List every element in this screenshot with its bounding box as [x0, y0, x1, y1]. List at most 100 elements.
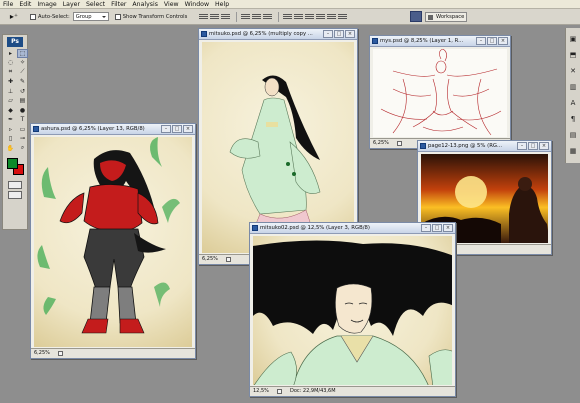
close-button[interactable]: ×: [498, 37, 508, 45]
psd-file-icon: [372, 38, 378, 44]
histogram-icon[interactable]: ⬒: [568, 50, 579, 60]
maximize-button[interactable]: □: [487, 37, 497, 45]
document-title-bar[interactable]: mitsuko.psd @ 6,25% (multiply copy ... –…: [199, 29, 357, 40]
distribute-middle-icon[interactable]: [294, 12, 304, 21]
divider: [236, 11, 238, 22]
eraser-tool-icon[interactable]: ▱: [5, 97, 16, 106]
canvas-mys[interactable]: [373, 49, 507, 137]
menu-layer[interactable]: Layer: [63, 0, 80, 9]
notes-tool-icon[interactable]: ▯: [5, 135, 16, 144]
marquee-tool-icon[interactable]: ⬚: [17, 49, 28, 58]
close-button[interactable]: ×: [443, 224, 453, 232]
distribute-right-icon[interactable]: [338, 12, 348, 21]
align-center-icon[interactable]: [252, 12, 262, 21]
distribute-bottom-icon[interactable]: [305, 12, 315, 21]
menu-image[interactable]: Image: [37, 0, 56, 9]
menu-select[interactable]: Select: [86, 0, 105, 9]
zoom-level[interactable]: 6,25%: [202, 255, 218, 264]
align-left-icon[interactable]: [241, 12, 251, 21]
minimize-button[interactable]: –: [476, 37, 486, 45]
move-tool-preset-icon[interactable]: ▸⁺: [4, 11, 24, 23]
zoom-level[interactable]: 12,5%: [253, 387, 269, 396]
divider: [278, 11, 280, 22]
maximize-button[interactable]: □: [334, 30, 344, 38]
pen-tool-icon[interactable]: ✒: [5, 116, 16, 125]
menu-edit[interactable]: Edit: [19, 0, 31, 9]
canvas-mitsuko02[interactable]: [253, 236, 452, 385]
navigator-icon[interactable]: ▣: [568, 34, 579, 44]
tools-presets-icon[interactable]: ✕: [568, 66, 579, 76]
status-menu-button[interactable]: [277, 389, 282, 394]
eyedropper-tool-icon[interactable]: ⊸: [17, 135, 28, 144]
clone-source-icon[interactable]: ▦: [568, 146, 579, 156]
psd-file-icon: [201, 31, 207, 37]
minimize-button[interactable]: –: [161, 125, 171, 133]
menu-window[interactable]: Window: [185, 0, 209, 9]
history-brush-icon[interactable]: ↺: [17, 87, 28, 96]
maximize-button[interactable]: □: [172, 125, 182, 133]
minimize-button[interactable]: –: [517, 142, 527, 150]
slice-tool-icon[interactable]: ⟋: [17, 68, 28, 77]
layer-comps-icon[interactable]: ▥: [568, 82, 579, 92]
hand-tool-icon[interactable]: ✋: [5, 144, 16, 153]
move-tool-icon[interactable]: ▸: [5, 49, 16, 58]
magic-wand-tool-icon[interactable]: ✧: [17, 59, 28, 68]
document-title-bar[interactable]: page12-13.png @ 5% (RG... – □ ×: [418, 141, 551, 152]
menu-help[interactable]: Help: [215, 0, 229, 9]
minimize-button[interactable]: –: [323, 30, 333, 38]
clone-stamp-icon[interactable]: ⊥: [5, 87, 16, 96]
align-bottom-icon[interactable]: [221, 12, 231, 21]
gradient-tool-icon[interactable]: ▤: [17, 97, 28, 106]
shape-tool-icon[interactable]: ▭: [17, 125, 28, 134]
minimize-button[interactable]: –: [421, 224, 431, 232]
document-title-bar[interactable]: mitsuko02.psd @ 12,5% (Layer 3, RGB/8) –…: [250, 223, 455, 234]
document-title-bar[interactable]: ashura.psd @ 6,25% (Layer 13, RGB/8) – □…: [31, 124, 195, 135]
auto-select-dropdown[interactable]: Group: [72, 12, 109, 21]
foreground-color-swatch[interactable]: [7, 157, 18, 169]
quick-mask-button[interactable]: [8, 180, 22, 189]
status-menu-button[interactable]: [397, 141, 402, 146]
paragraph-icon[interactable]: ¶: [568, 114, 579, 124]
close-button[interactable]: ×: [183, 125, 193, 133]
screen-mode-button[interactable]: [8, 190, 22, 199]
crop-tool-icon[interactable]: ⌗: [5, 68, 16, 77]
brush-tool-icon[interactable]: ✎: [17, 78, 28, 87]
zoom-tool-icon[interactable]: ⌕: [17, 144, 28, 153]
zoom-level[interactable]: 6,25%: [373, 139, 389, 148]
status-menu-button[interactable]: [58, 351, 63, 356]
distribute-center-icon[interactable]: [327, 12, 337, 21]
menu-filter[interactable]: Filter: [111, 0, 126, 9]
photoshop-logo[interactable]: Ps: [7, 37, 23, 47]
close-button[interactable]: ×: [539, 142, 549, 150]
zoom-level[interactable]: 6,25%: [34, 349, 50, 358]
align-middle-icon[interactable]: [210, 12, 220, 21]
align-right-icon[interactable]: [263, 12, 273, 21]
menu-view[interactable]: View: [164, 0, 179, 9]
distribute-left-icon[interactable]: [316, 12, 326, 21]
document-window-ashura[interactable]: ashura.psd @ 6,25% (Layer 13, RGB/8) – □…: [30, 123, 196, 359]
canvas-ashura[interactable]: [34, 137, 192, 347]
type-tool-icon[interactable]: T: [17, 116, 28, 125]
status-menu-button[interactable]: [226, 257, 231, 262]
character-icon[interactable]: A: [568, 98, 579, 108]
bridge-icon[interactable]: [410, 11, 422, 22]
document-window-mys[interactable]: mys.psd @ 8,25% (Layer 1, R... – □ × 6,2…: [369, 35, 511, 149]
blur-tool-icon[interactable]: ◆: [5, 106, 16, 115]
path-selection-icon[interactable]: ▹: [5, 125, 16, 134]
menu-file[interactable]: File: [3, 0, 13, 9]
auto-select-checkbox[interactable]: [30, 13, 36, 20]
brushes-icon[interactable]: ▤: [568, 130, 579, 140]
maximize-button[interactable]: □: [528, 142, 538, 150]
transform-controls-checkbox[interactable]: [114, 13, 121, 20]
maximize-button[interactable]: □: [432, 224, 442, 232]
document-window-mitsuko02[interactable]: mitsuko02.psd @ 12,5% (Layer 3, RGB/8) –…: [249, 222, 456, 397]
healing-brush-icon[interactable]: ✚: [5, 78, 16, 87]
document-title-bar[interactable]: mys.psd @ 8,25% (Layer 1, R... – □ ×: [370, 36, 510, 47]
align-top-icon[interactable]: [199, 12, 209, 21]
lasso-tool-icon[interactable]: ◌: [5, 59, 16, 68]
dodge-tool-icon[interactable]: ●: [17, 106, 28, 115]
close-button[interactable]: ×: [345, 30, 355, 38]
menu-analysis[interactable]: Analysis: [132, 0, 158, 9]
workspace-button[interactable]: Workspace: [425, 12, 467, 22]
distribute-top-icon[interactable]: [283, 12, 293, 21]
